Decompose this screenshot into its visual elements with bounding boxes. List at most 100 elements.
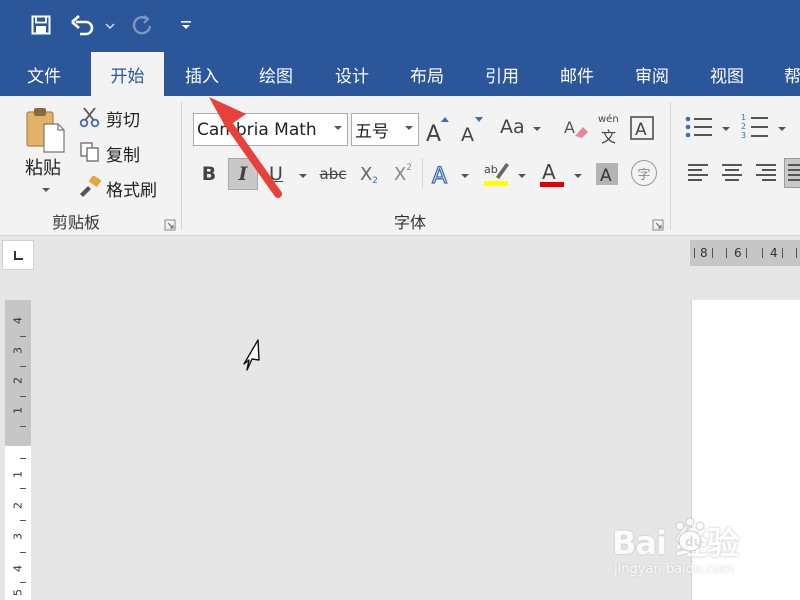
ruler-tick	[694, 248, 695, 258]
annotation-arrow-icon	[209, 97, 282, 198]
change-case-dropdown-icon[interactable]	[533, 127, 541, 131]
redo-icon	[132, 15, 152, 35]
ruler-number: 6	[734, 246, 742, 260]
superscript-mark: 2	[406, 163, 413, 173]
undo-button[interactable]	[68, 8, 120, 42]
ribbon-home: 粘贴 剪切 复制 格式刷 剪贴板 Cambria Math 五号 A A Aa …	[0, 96, 800, 236]
ruler-number: 4	[11, 317, 25, 324]
save-icon	[31, 15, 51, 35]
svg-text:A: A	[461, 124, 474, 144]
align-left-icon[interactable]	[686, 160, 710, 186]
mouse-cursor-icon	[243, 339, 260, 371]
scissors-icon	[78, 105, 102, 129]
paste-button-label[interactable]: 粘贴	[25, 154, 61, 180]
strikethrough-button[interactable]: abc	[318, 158, 348, 190]
subscript-button[interactable]: X 2	[356, 158, 382, 190]
align-center-icon[interactable]	[720, 160, 744, 186]
copy-button[interactable]: 复制	[106, 141, 140, 166]
enclose-characters-button[interactable]: 字	[631, 160, 657, 186]
customize-icon	[181, 21, 191, 29]
format-painter-icon	[78, 175, 102, 199]
tab-view[interactable]: 视图	[697, 52, 757, 96]
tab-file[interactable]: 文件	[14, 52, 74, 96]
svg-text:du: du	[685, 535, 702, 549]
ruler-tick	[712, 248, 713, 258]
numbering-dropdown-icon[interactable]	[778, 127, 786, 131]
vertical-ruler-body[interactable]: 1 2 3 4 5	[5, 446, 31, 600]
font-size-value: 五号	[355, 122, 389, 142]
change-case-button[interactable]: Aa	[500, 116, 525, 138]
bullets-icon[interactable]	[684, 114, 714, 140]
ruler-number: 4	[11, 565, 25, 572]
tab-references[interactable]: 引用	[472, 52, 532, 96]
ruler-number: 2	[11, 377, 25, 384]
superscript-x: X	[393, 163, 407, 185]
underline-dropdown-icon[interactable]	[299, 174, 307, 178]
ruler-tick	[20, 426, 26, 427]
ruler-number: 4	[770, 246, 778, 260]
watermark-url: jingyan.baidu.com	[614, 562, 734, 577]
chevron-down-icon	[334, 126, 342, 130]
tab-layout[interactable]: 布局	[397, 52, 457, 96]
tab-review[interactable]: 审阅	[622, 52, 682, 96]
paste-icon[interactable]	[24, 106, 68, 154]
ruler-number: 5	[11, 589, 25, 596]
format-painter-button[interactable]: 格式刷	[106, 176, 157, 201]
highlight-icon[interactable]: ab	[482, 158, 512, 190]
justify-icon[interactable]	[784, 158, 800, 188]
horizontal-ruler[interactable]: 8 6 4	[690, 240, 800, 266]
save-button[interactable]	[26, 8, 56, 42]
ruler-tick	[796, 248, 797, 258]
tab-home[interactable]: 开始	[91, 52, 164, 96]
font-launcher-icon[interactable]	[652, 216, 664, 231]
character-border-icon[interactable]: A	[630, 116, 654, 140]
font-color-icon[interactable]: A	[538, 158, 566, 190]
text-effects-dropdown-icon[interactable]	[461, 174, 469, 178]
tab-mailings[interactable]: 邮件	[547, 52, 607, 96]
group-separator	[670, 102, 671, 230]
ruler-number: 1	[11, 407, 25, 414]
ruler-number: 3	[11, 533, 25, 540]
clear-formatting-icon[interactable]: A	[563, 116, 589, 140]
bullets-dropdown-icon[interactable]	[722, 127, 730, 131]
phonetic-guide-button[interactable]: 文	[601, 126, 616, 147]
cut-button[interactable]: 剪切	[106, 106, 140, 131]
ruler-tick	[726, 248, 727, 258]
numbering-icon[interactable]: 1 2 3	[740, 112, 770, 142]
ruler-number: 1	[11, 471, 25, 478]
customize-qat-button[interactable]	[174, 8, 198, 42]
ruler-tick	[20, 488, 26, 489]
vertical-ruler-margin[interactable]: 4 3 2 1	[5, 300, 31, 446]
clipboard-group-label: 剪贴板	[52, 213, 101, 232]
highlight-dropdown-icon[interactable]	[518, 174, 526, 178]
phonetic-guide-top: wén	[598, 114, 619, 125]
tab-design[interactable]: 设计	[322, 52, 382, 96]
paw-icon: du	[675, 517, 705, 552]
group-separator	[422, 158, 423, 188]
ruler-tick	[20, 520, 26, 521]
title-bar	[0, 0, 800, 52]
highlight-ab-mark: ab	[484, 163, 498, 176]
shrink-font-icon[interactable]: A	[459, 112, 485, 146]
tab-help[interactable]: 帮	[776, 52, 800, 96]
paste-dropdown-icon[interactable]	[42, 188, 50, 192]
left-tab-icon	[14, 251, 23, 260]
font-color-dropdown-icon[interactable]	[574, 174, 582, 178]
undo-icon	[71, 15, 115, 36]
superscript-button[interactable]: X 2	[390, 158, 416, 190]
redo-button[interactable]	[128, 8, 158, 42]
font-size-combobox[interactable]: 五号	[351, 113, 419, 146]
grow-font-icon[interactable]: A	[424, 112, 450, 146]
svg-text:A: A	[432, 164, 447, 187]
clipboard-launcher-icon[interactable]	[164, 216, 176, 231]
tab-selector-button[interactable]	[2, 240, 34, 270]
ruler-tick	[746, 248, 747, 258]
ribbon-tabs: 文件 开始 插入 绘图 设计 布局 引用 邮件 审阅 视图 帮	[0, 52, 800, 96]
ruler-number: 3	[11, 347, 25, 354]
ruler-number: 8	[700, 246, 708, 260]
ruler-tick	[20, 552, 26, 553]
character-shading-icon[interactable]: A	[595, 158, 619, 190]
text-effects-icon[interactable]: A	[430, 158, 454, 190]
align-right-icon[interactable]	[754, 160, 778, 186]
ruler-number: 2	[11, 502, 25, 509]
